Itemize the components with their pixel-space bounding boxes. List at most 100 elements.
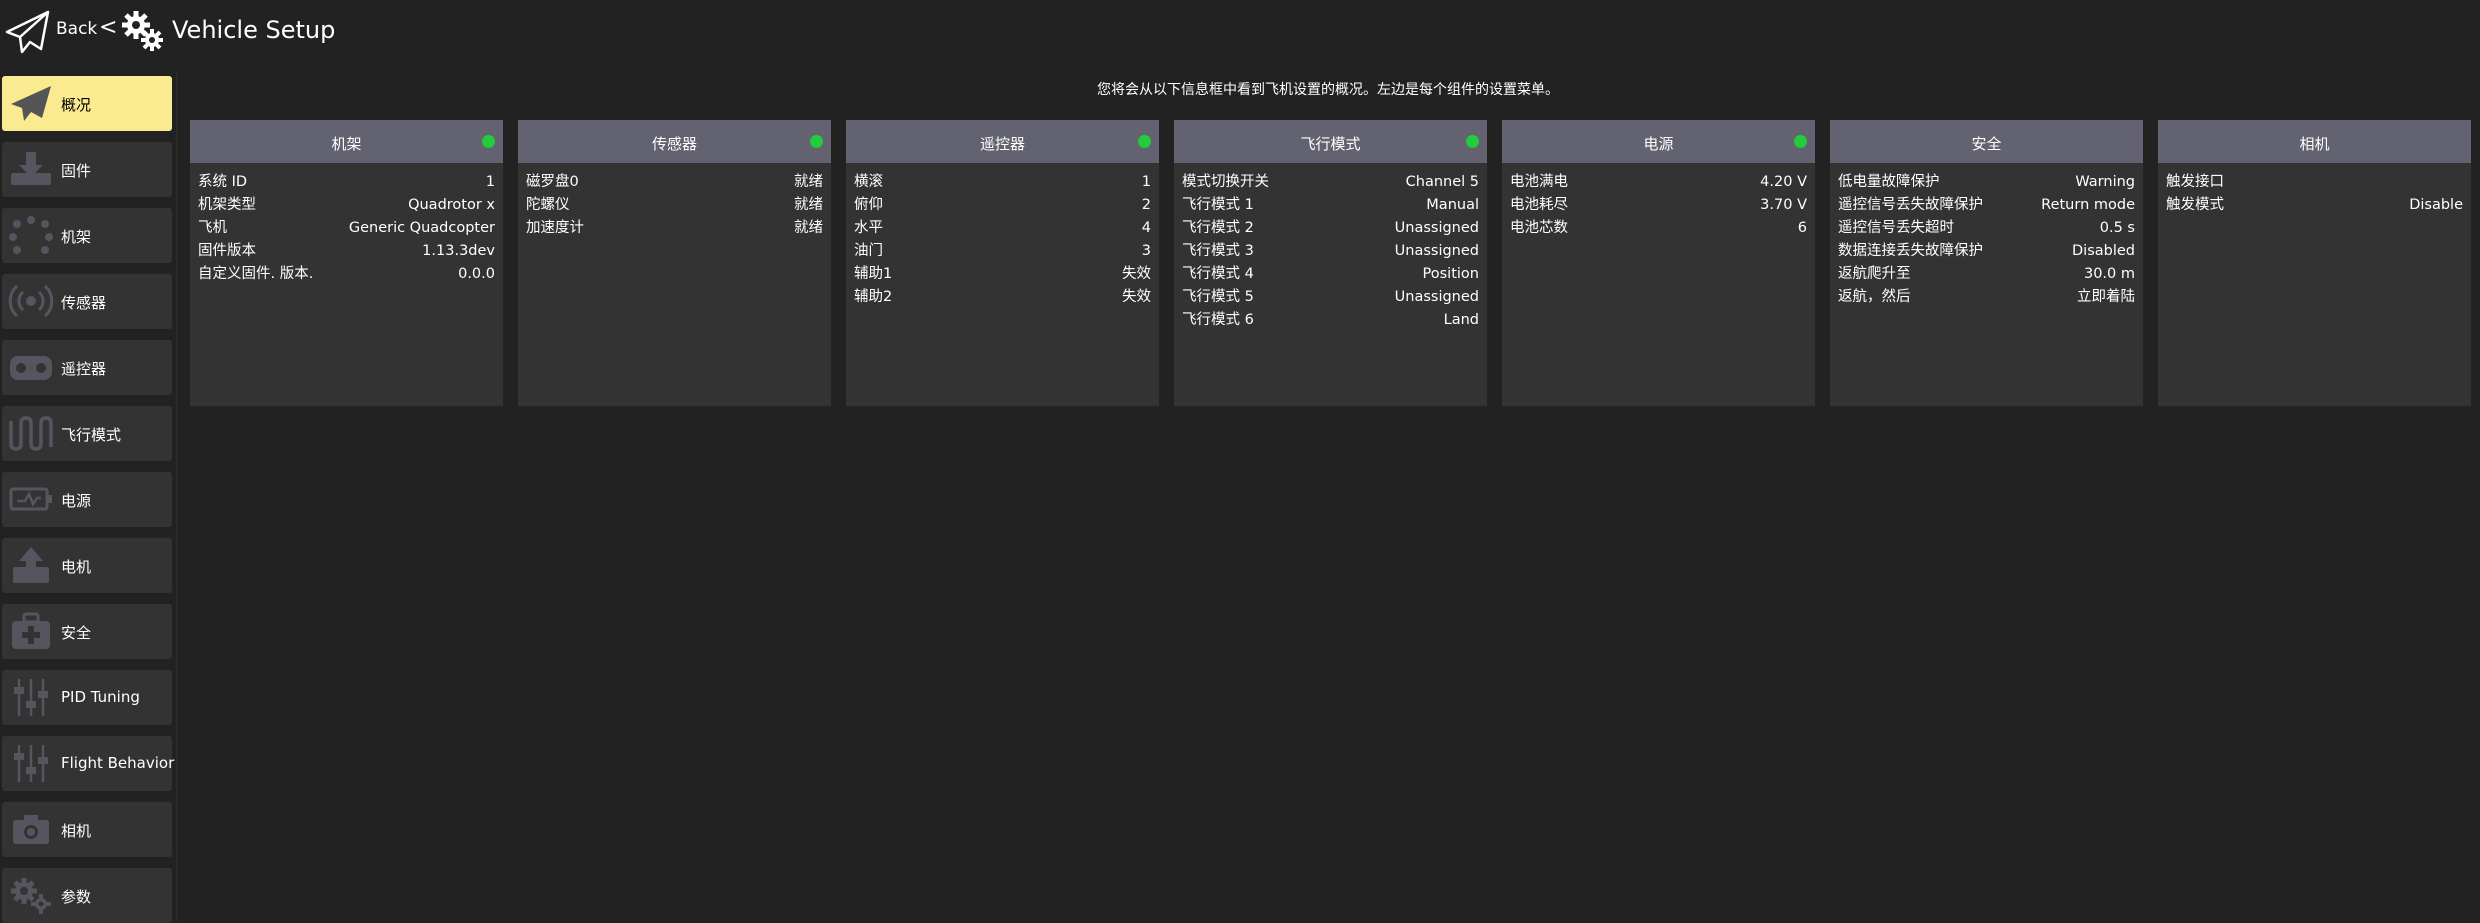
sidebar-item-motors[interactable]: 电机 [2, 538, 172, 593]
row-value: Quadrotor x [408, 197, 495, 213]
card-sensors: 传感器 磁罗盘0 就绪 陀螺仪 就绪 加速度计 就绪 [518, 120, 831, 406]
card-airframe: 机架 系统 ID 1 机架类型 Quadrotor x 飞机 Generic Quad… [190, 120, 503, 406]
row-value: Disable [2409, 197, 2463, 213]
row-value: 2 [1141, 197, 1151, 213]
status-ok-icon [1794, 135, 1807, 148]
row-value: 1.13.3dev [422, 243, 495, 259]
row-label: 遥控信号丢失故障保护 [1838, 197, 1983, 213]
card-row: 模式切换开关 Channel 5 [1182, 171, 1479, 194]
card-header-button[interactable]: 传感器 [518, 120, 831, 163]
sidebar-item-airframe[interactable]: 机架 [2, 208, 172, 263]
sidebar-item-radio[interactable]: 遥控器 [2, 340, 172, 395]
card-header-button[interactable]: 机架 [190, 120, 503, 163]
card-row: 辅助2 失效 [854, 286, 1151, 309]
card-row: 数据连接丢失故障保护 Disabled [1838, 240, 2135, 263]
row-value: 失效 [1122, 266, 1151, 282]
card-power: 电源 电池满电 4.20 V 电池耗尽 3.70 V 电池芯数 6 [1502, 120, 1815, 406]
battery-icon [9, 487, 52, 511]
row-label: 飞机 [198, 220, 227, 236]
card-row: 触发模式 Disable [2166, 194, 2463, 217]
paper-plane-icon[interactable] [4, 8, 52, 56]
sidebar-item-flight-behavior[interactable]: Flight Behavior [2, 736, 174, 791]
card-row: 俯仰 2 [854, 194, 1151, 217]
row-label: 水平 [854, 220, 883, 236]
sidebar-item-label: 相机 [61, 822, 92, 840]
row-label: 触发接口 [2166, 174, 2224, 190]
sidebar-item-power[interactable]: 电源 [2, 472, 172, 527]
row-label: 飞行模式 1 [1182, 197, 1254, 213]
row-value: 就绪 [794, 197, 823, 213]
sidebar-item-label: PID Tuning [61, 688, 140, 706]
breadcrumb-separator: < [99, 15, 118, 40]
paper-plane-icon [11, 86, 51, 121]
row-label: 辅助2 [854, 289, 893, 305]
sidebar-item-firmware[interactable]: 固件 [2, 142, 172, 197]
card-row: 自定义固件. 版本. 0.0.0 [198, 263, 495, 286]
row-value: 4 [1141, 220, 1151, 236]
card-row: 电池满电 4.20 V [1510, 171, 1807, 194]
summary-intro-text: 您将会从以下信息框中看到飞机设置的概况。左边是每个组件的设置菜单。 [1097, 82, 1559, 98]
row-value: 30.0 m [2083, 266, 2135, 282]
card-row: 飞行模式 2 Unassigned [1182, 217, 1479, 240]
row-label: 加速度计 [526, 220, 584, 236]
row-label: 触发模式 [2166, 197, 2224, 213]
card-header-button[interactable]: 相机 [2158, 120, 2471, 163]
row-label: 飞行模式 4 [1182, 266, 1254, 282]
card-row: 辅助1 失效 [854, 263, 1151, 286]
sidebar-item-label: 固件 [61, 162, 92, 180]
card-title: 电源 [1643, 135, 1674, 153]
sidebar-item-summary[interactable]: 概况 [2, 76, 172, 131]
card-row: 飞行模式 4 Position [1182, 263, 1479, 286]
row-value: Generic Quadcopter [348, 220, 495, 236]
row-label: 俯仰 [854, 197, 883, 213]
card-row: 遥控信号丢失故障保护 Return mode [1838, 194, 2135, 217]
camera-icon [13, 815, 49, 844]
row-label: 模式切换开关 [1182, 174, 1269, 190]
card-title: 相机 [2299, 135, 2330, 153]
row-value: 1 [485, 174, 495, 190]
card-row: 加速度计 就绪 [526, 217, 823, 240]
row-value: 6 [1797, 220, 1807, 236]
card-row: 飞行模式 3 Unassigned [1182, 240, 1479, 263]
gears-icon [11, 878, 51, 914]
radio-controller-icon [10, 356, 52, 380]
sidebar-item-label: 遥控器 [61, 360, 107, 378]
card-row: 陀螺仪 就绪 [526, 194, 823, 217]
card-header-button[interactable]: 电源 [1502, 120, 1815, 163]
card-radio: 遥控器 横滚 1 俯仰 2 水平 4 油门 3 辅助1 失效 辅助2 失效 [846, 120, 1159, 406]
card-header-button[interactable]: 安全 [1830, 120, 2143, 163]
row-value: 3 [1141, 243, 1151, 259]
row-value: Unassigned [1394, 289, 1479, 305]
card-row: 系统 ID 1 [198, 171, 495, 194]
sidebar-divider [176, 72, 178, 921]
back-button[interactable]: Back [56, 19, 97, 39]
sliders-icon [14, 745, 48, 782]
row-label: 返航爬升至 [1838, 266, 1911, 282]
card-title: 机架 [331, 135, 362, 153]
sensor-waves-icon [8, 284, 54, 318]
row-label: 机架类型 [198, 197, 256, 213]
card-header-button[interactable]: 遥控器 [846, 120, 1159, 163]
sidebar-item-sensors[interactable]: 传感器 [2, 274, 172, 329]
card-title: 遥控器 [979, 135, 1025, 153]
card-row: 低电量故障保护 Warning [1838, 171, 2135, 194]
sidebar-item-flight-modes[interactable]: 飞行模式 [2, 406, 172, 461]
sidebar-item-parameters[interactable]: 参数 [2, 868, 172, 923]
row-value: Position [1422, 266, 1479, 282]
sidebar-item-camera[interactable]: 相机 [2, 802, 172, 857]
row-value: Unassigned [1394, 243, 1479, 259]
row-label: 磁罗盘0 [526, 174, 579, 190]
row-value: 失效 [1122, 289, 1151, 305]
gears-icon [122, 11, 163, 51]
status-ok-icon [482, 135, 495, 148]
card-row: 磁罗盘0 就绪 [526, 171, 823, 194]
flight-modes-wave-icon [9, 416, 53, 451]
card-row: 触发接口 [2166, 171, 2463, 194]
card-safety: 安全 低电量故障保护 Warning 遥控信号丢失故障保护 Return mode … [1830, 120, 2143, 406]
sidebar-item-label: 机架 [61, 228, 92, 246]
sidebar-item-pid-tuning[interactable]: PID Tuning [2, 670, 172, 725]
row-value: 0.5 s [2099, 220, 2135, 236]
card-header-button[interactable]: 飞行模式 [1174, 120, 1487, 163]
setup-sidebar: 概况 固件 机架 传感器 遥控器 飞行模式 电源 电机 安全 PID Tunin… [0, 72, 176, 923]
sidebar-item-safety[interactable]: 安全 [2, 604, 172, 659]
